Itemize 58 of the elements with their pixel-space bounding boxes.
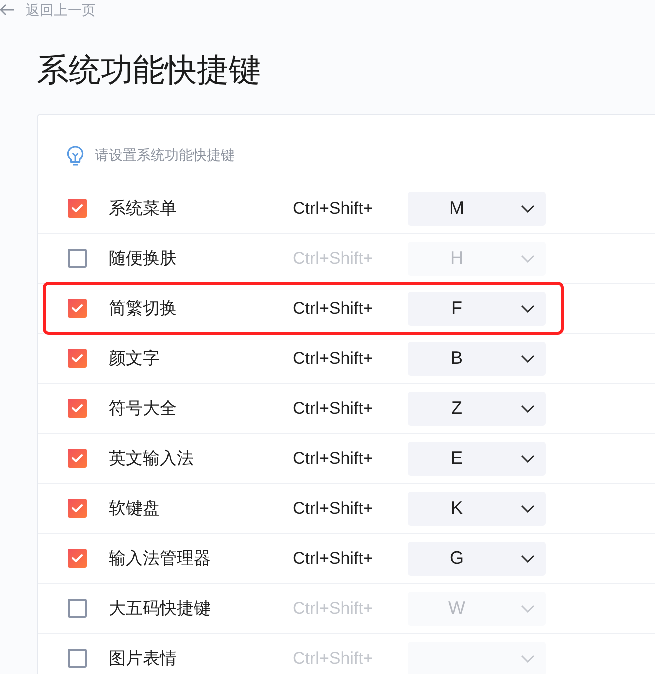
key-dropdown[interactable]: M xyxy=(408,192,546,226)
checkbox[interactable] xyxy=(68,649,87,668)
modifier-text: Ctrl+Shift+ xyxy=(293,598,374,618)
checkbox[interactable] xyxy=(68,399,87,418)
chevron-down-icon xyxy=(521,654,535,662)
modifier-text: Ctrl+Shift+ xyxy=(293,648,374,668)
chevron-down-icon xyxy=(521,254,535,262)
chevron-down-icon xyxy=(521,454,535,462)
checkbox[interactable] xyxy=(68,299,87,318)
modifier-text: Ctrl+Shift+ xyxy=(293,548,374,568)
checkbox[interactable] xyxy=(68,199,87,218)
modifier-text: Ctrl+Shift+ xyxy=(293,348,374,368)
modifier-text: Ctrl+Shift+ xyxy=(293,298,374,318)
key-dropdown[interactable]: E xyxy=(408,442,546,476)
key-dropdown[interactable]: K xyxy=(408,492,546,526)
hint-text: 请设置系统功能快捷键 xyxy=(95,147,235,165)
key-dropdown[interactable]: G xyxy=(408,542,546,576)
modifier-text: Ctrl+Shift+ xyxy=(293,248,374,268)
check-icon xyxy=(72,304,83,313)
check-icon xyxy=(72,554,83,563)
shortcut-name: 图片表情 xyxy=(109,648,178,670)
check-icon xyxy=(72,354,83,363)
chevron-down-icon xyxy=(521,204,535,212)
chevron-down-icon xyxy=(521,404,535,412)
shortcut-name: 符号大全 xyxy=(109,398,178,420)
shortcut-name: 英文输入法 xyxy=(109,448,195,470)
shortcut-name: 随便换肤 xyxy=(109,248,178,270)
shortcut-name: 大五码快捷键 xyxy=(109,598,212,620)
checkbox[interactable] xyxy=(68,349,87,368)
shortcut-name: 颜文字 xyxy=(109,348,161,370)
checkbox[interactable] xyxy=(68,449,87,468)
shortcut-name: 输入法管理器 xyxy=(109,548,212,570)
checkbox[interactable] xyxy=(68,549,87,568)
chevron-down-icon xyxy=(521,554,535,562)
back-arrow-icon[interactable] xyxy=(0,4,14,16)
check-icon xyxy=(72,454,83,463)
lightbulb-icon xyxy=(67,146,84,166)
shortcut-name: 简繁切换 xyxy=(109,298,178,320)
chevron-down-icon xyxy=(521,354,535,362)
key-dropdown[interactable]: F xyxy=(408,292,546,326)
check-icon xyxy=(72,404,83,413)
modifier-text: Ctrl+Shift+ xyxy=(293,398,374,418)
shortcut-name: 系统菜单 xyxy=(109,198,178,220)
modifier-text: Ctrl+Shift+ xyxy=(293,198,374,218)
key-dropdown[interactable]: B xyxy=(408,342,546,376)
key-dropdown[interactable]: Z xyxy=(408,392,546,426)
checkbox[interactable] xyxy=(68,249,87,268)
checkbox[interactable] xyxy=(68,499,87,518)
page-title: 系统功能快捷键 xyxy=(37,51,262,90)
check-icon xyxy=(72,204,83,213)
modifier-text: Ctrl+Shift+ xyxy=(293,498,374,518)
chevron-down-icon xyxy=(521,504,535,512)
modifier-text: Ctrl+Shift+ xyxy=(293,448,374,468)
shortcut-name: 软键盘 xyxy=(109,498,161,520)
check-icon xyxy=(72,504,83,513)
chevron-down-icon xyxy=(521,304,535,312)
checkbox[interactable] xyxy=(68,599,87,618)
chevron-down-icon xyxy=(521,604,535,612)
